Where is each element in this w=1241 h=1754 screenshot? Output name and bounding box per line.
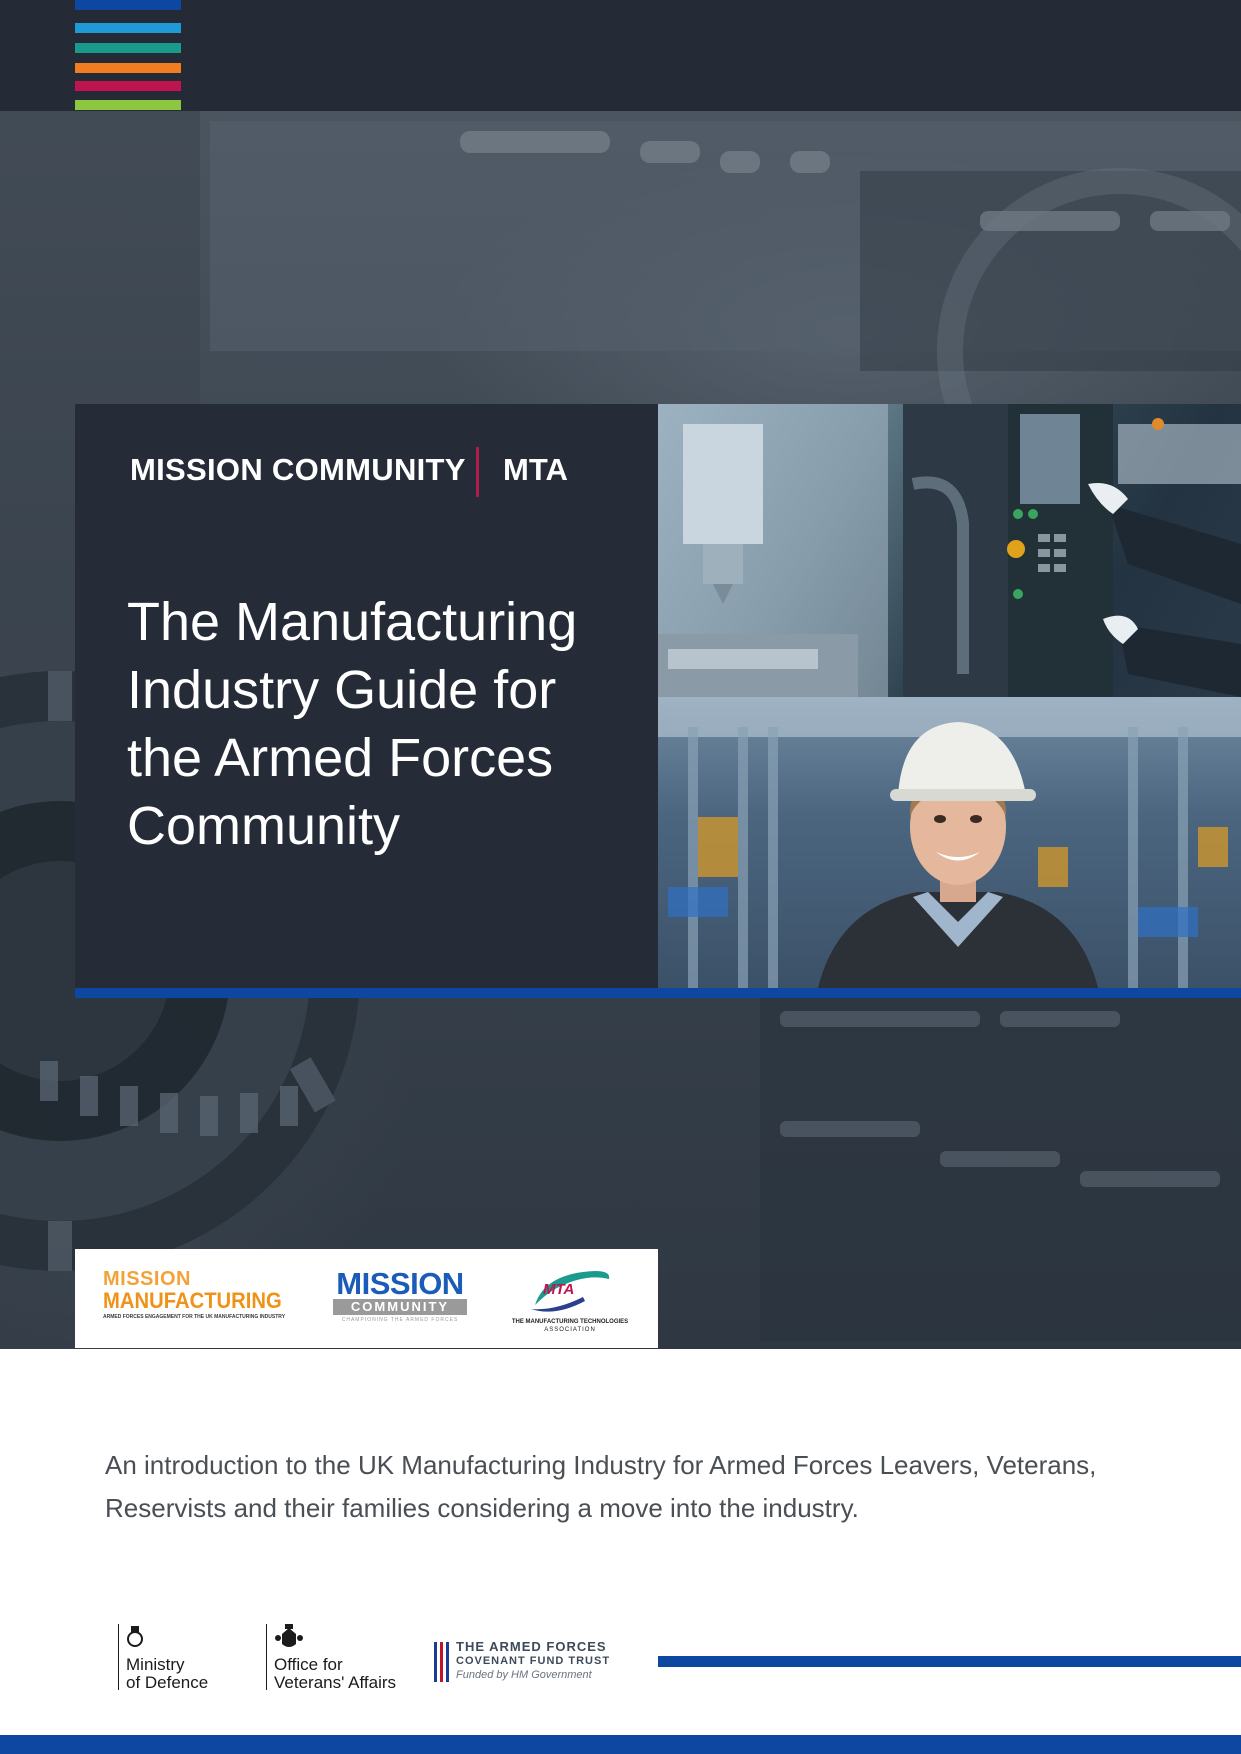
logo-mta-line2: ASSOCIATION — [544, 1327, 596, 1333]
cnc-machine-illustration — [658, 404, 1241, 697]
stripe-cyan — [75, 23, 181, 33]
footer-bar — [0, 1735, 1241, 1754]
crest-icon — [127, 1626, 143, 1647]
mod-rule — [118, 1624, 119, 1690]
logo-mission-manufacturing: MISSION MANUFACTURING ARMED FORCES ENGAG… — [103, 1269, 293, 1321]
ova-rule — [266, 1624, 267, 1690]
brand-divider — [476, 447, 479, 497]
logo-office-for-veterans-affairs: Office for Veterans' Affairs — [266, 1624, 416, 1694]
top-bar — [0, 0, 1241, 111]
worker-portrait-illustration — [658, 697, 1241, 988]
covenant-line3: Funded by HM Government — [456, 1669, 592, 1681]
logo-mta: MTA THE MANUFACTURING TECHNOLOGIES ASSOC… — [495, 1265, 645, 1334]
partner-logos-strip: MISSION MANUFACTURING ARMED FORCES ENGAG… — [75, 1249, 658, 1348]
logo-mc-line1: MISSION — [336, 1266, 464, 1301]
ova-line1: Office for — [274, 1655, 343, 1674]
covenant-line2: COVENANT FUND TRUST — [456, 1655, 611, 1667]
logo-mm-tagline: ARMED FORCES ENGAGEMENT FOR THE UK MANUF… — [103, 1314, 286, 1320]
accent-rule — [75, 988, 1241, 998]
crest-icon — [275, 1624, 303, 1647]
document-title: The Manufacturing Industry Guide for the… — [127, 592, 578, 856]
photo-factory-worker — [658, 697, 1241, 988]
stripe-teal — [75, 43, 181, 53]
brand-mission-community: MISSION COMMUNITY — [130, 452, 466, 487]
ova-line2: Veterans' Affairs — [274, 1673, 397, 1692]
logo-mission-community: MISSION COMMUNITY CHAMPIONING THE ARMED … — [333, 1266, 467, 1325]
stripe-magenta — [75, 81, 181, 91]
logo-ministry-of-defence: Ministry of Defence — [118, 1624, 228, 1694]
photo-cnc-machine — [658, 404, 1241, 697]
stripe-blue — [75, 0, 181, 10]
logo-mm-line2: MANUFACTURING — [103, 1288, 282, 1313]
stripe-orange — [75, 63, 181, 73]
logo-mc-line2: COMMUNITY — [333, 1299, 467, 1315]
logo-mm-line1: MISSION — [103, 1268, 191, 1290]
logo-mc-tagline: CHAMPIONING THE ARMED FORCES — [341, 1317, 459, 1323]
mod-line2: of Defence — [126, 1673, 209, 1692]
bottom-accent-rule — [658, 1656, 1241, 1667]
intro-paragraph: An introduction to the UK Manufacturing … — [105, 1450, 1097, 1523]
mod-line1: Ministry — [126, 1655, 185, 1674]
logo-armed-forces-covenant: THE ARMED FORCES COVENANT FUND TRUST Fun… — [434, 1640, 624, 1686]
logo-mta-line1: THE MANUFACTURING TECHNOLOGIES — [511, 1319, 629, 1325]
brand-mta: MTA — [503, 452, 568, 487]
flag-stripes-icon — [434, 1642, 449, 1682]
stripe-green — [75, 100, 181, 110]
covenant-line1: THE ARMED FORCES — [456, 1639, 607, 1654]
logo-mta-mark: MTA — [543, 1281, 575, 1298]
